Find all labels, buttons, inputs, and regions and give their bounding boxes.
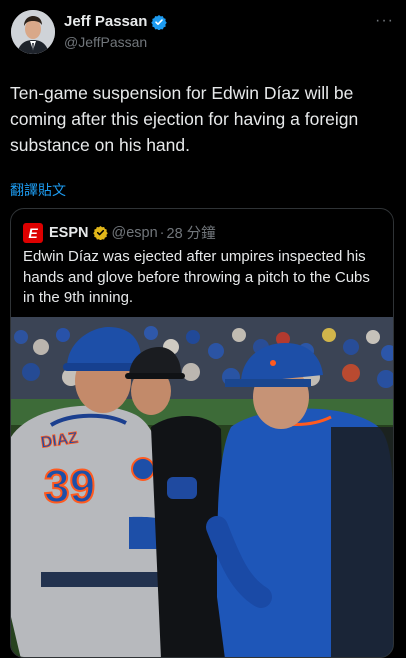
verified-badge-icon (151, 14, 168, 30)
quoted-tweet-text: Edwin Díaz was ejected after umpires ins… (23, 248, 370, 306)
quoted-tweet-image[interactable]: 39 DIAZ (11, 317, 393, 657)
more-options-button[interactable]: ··· (375, 12, 394, 30)
espn-logo-icon: E (23, 222, 43, 243)
author-avatar[interactable] (11, 10, 55, 54)
author-name-text[interactable]: Jeff Passan (64, 13, 147, 30)
quoted-tweet-header: E ESPN @espn · 28 分鐘 (23, 222, 216, 243)
quoted-tweet-card[interactable]: E ESPN @espn · 28 分鐘 Edwin Díaz was ejec… (10, 208, 394, 658)
tweet-text: Ten-game suspension for Edwin Díaz will … (10, 83, 359, 155)
translate-post-link[interactable]: 翻譯貼文 (10, 180, 66, 200)
tweet: Jeff Passan @JeffPassan ··· Ten-game sus… (0, 0, 406, 658)
jersey-number: 39 (44, 460, 95, 512)
quoted-separator: · (159, 224, 165, 241)
quoted-author-name[interactable]: ESPN (49, 225, 89, 241)
quoted-timestamp[interactable]: 28 分鐘 (167, 222, 216, 243)
ejection-photo: 39 DIAZ (11, 317, 393, 657)
espn-logo-letter: E (28, 224, 38, 241)
quoted-author-handle[interactable]: @espn (112, 225, 158, 241)
avatar-image (11, 10, 55, 54)
gold-verified-badge-icon (92, 225, 108, 240)
author-handle[interactable]: @JeffPassan (64, 34, 147, 50)
author-name[interactable]: Jeff Passan (64, 13, 168, 30)
